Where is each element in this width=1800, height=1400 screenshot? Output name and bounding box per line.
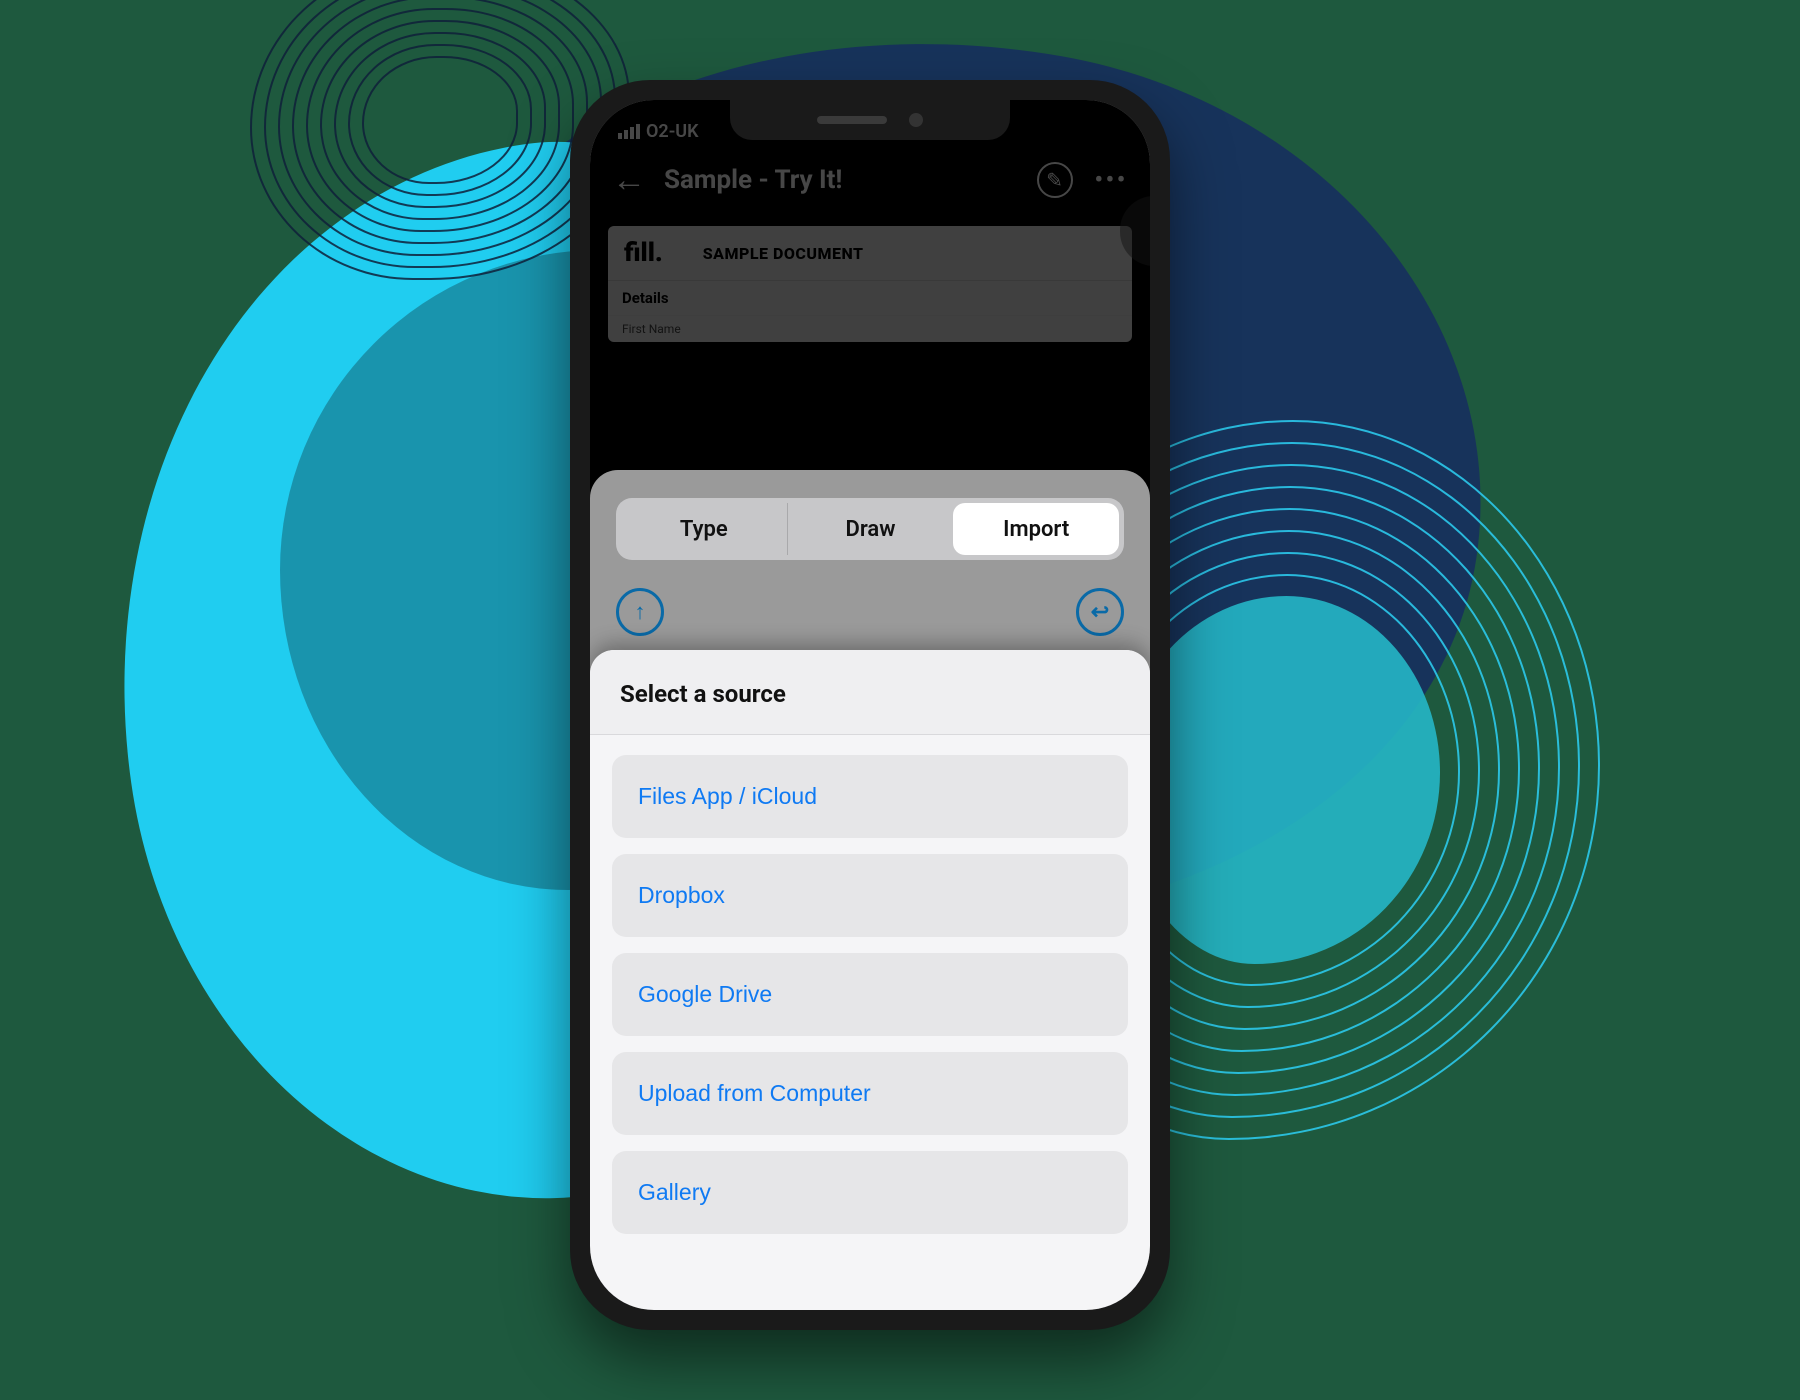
page-title: Sample - Try It! (664, 165, 1019, 195)
segmented-control: Type Draw Import (616, 498, 1124, 560)
tab-draw[interactable]: Draw (787, 503, 954, 555)
signal-icon (618, 124, 640, 139)
source-dropbox[interactable]: Dropbox (612, 854, 1128, 937)
source-gallery[interactable]: Gallery (612, 1151, 1128, 1234)
tab-type[interactable]: Type (621, 503, 787, 555)
sheet-header: Select a source (590, 650, 1150, 735)
source-upload-computer[interactable]: Upload from Computer (612, 1052, 1128, 1135)
doc-section: Details (608, 281, 1132, 316)
source-google-drive[interactable]: Google Drive (612, 953, 1128, 1036)
front-camera (909, 113, 923, 127)
carrier-label: O2-UK (646, 121, 699, 142)
doc-field-firstname: First Name (608, 316, 1132, 342)
sheet-body: Files App / iCloud Dropbox Google Drive … (590, 735, 1150, 1254)
phone-frame: O2-UK ← Sample - Try It! ✎ ••• fill. SAM… (570, 80, 1170, 1330)
speaker-grill (817, 116, 887, 124)
back-step-icon[interactable]: ↩ (1076, 588, 1124, 636)
compass-icon[interactable]: ✎ (1037, 162, 1073, 198)
tab-import[interactable]: Import (953, 503, 1119, 555)
source-files-icloud[interactable]: Files App / iCloud (612, 755, 1128, 838)
upload-icon[interactable]: ↑ (616, 588, 664, 636)
nav-bar: ← Sample - Try It! ✎ ••• (590, 144, 1150, 216)
sheet-title: Select a source (620, 680, 1120, 708)
doc-brand: fill. (624, 238, 663, 268)
back-arrow-icon[interactable]: ← (612, 163, 646, 197)
phone-screen: O2-UK ← Sample - Try It! ✎ ••• fill. SAM… (590, 100, 1150, 1310)
more-icon[interactable]: ••• (1095, 168, 1128, 193)
document-preview: fill. SAMPLE DOCUMENT Details First Name (608, 226, 1132, 342)
doc-heading: SAMPLE DOCUMENT (703, 244, 864, 263)
source-sheet: Select a source Files App / iCloud Dropb… (590, 650, 1150, 1310)
phone-notch (730, 100, 1010, 140)
